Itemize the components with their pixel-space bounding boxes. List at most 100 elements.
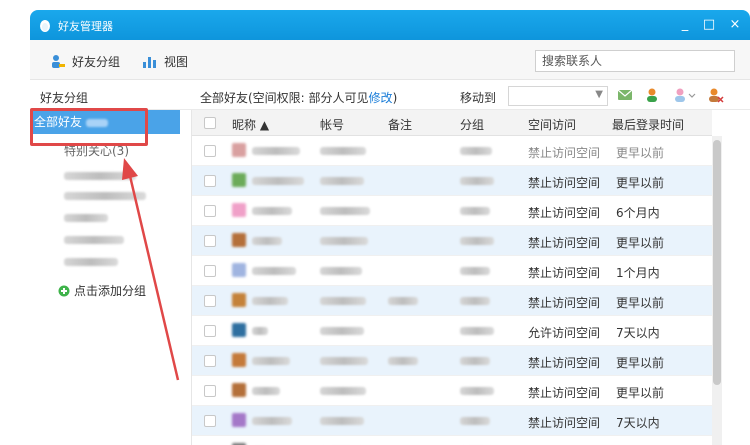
row-checkbox[interactable] [204, 175, 216, 187]
group-item[interactable] [64, 232, 124, 248]
permission-filter: 全部好友(空间权限: 部分人可见修改) [200, 89, 397, 106]
friend-avatar [232, 173, 246, 187]
group-item[interactable] [64, 210, 108, 226]
filter-suffix: ) [392, 91, 398, 105]
blurred-group [460, 297, 490, 305]
table-row[interactable]: 允许访问空间 7天以内 [192, 316, 712, 346]
blurred-group [460, 417, 490, 425]
col-nickname[interactable]: 昵称 ▲ [232, 116, 269, 133]
title-bar: 好友管理器 _ □ × [30, 10, 750, 40]
friend-avatar [232, 293, 246, 307]
minimize-button[interactable]: _ [676, 16, 694, 34]
row-checkbox[interactable] [204, 235, 216, 247]
table-row[interactable]: 禁止访问空间 7天以内 [192, 406, 712, 436]
row-checkbox[interactable] [204, 385, 216, 397]
blurred-group [460, 357, 490, 365]
table-row[interactable]: 允许访问空间1个月内 [192, 436, 712, 445]
maximize-button[interactable]: □ [700, 16, 718, 34]
filter-prefix: 全部好友(空间权限: 部分人可见 [200, 91, 369, 105]
group-item[interactable] [64, 188, 146, 204]
row-checkbox[interactable] [204, 415, 216, 427]
modify-link[interactable]: 修改 [369, 91, 393, 105]
space-access-cell: 允许访问空间 [528, 326, 601, 340]
toolbar: 好友分组 视图 搜索联系人 [30, 40, 750, 80]
blurred-account [320, 207, 370, 215]
last-login-cell: 6个月内 [616, 206, 660, 220]
friend-settings-icon[interactable] [672, 87, 696, 103]
col-group[interactable]: 分组 [460, 116, 484, 133]
row-checkbox[interactable] [204, 205, 216, 217]
space-access-cell: 禁止访问空间 [528, 386, 601, 400]
table-row[interactable]: 禁止访问空间 更早以前 [192, 166, 712, 196]
chevron-down-icon: ▼ [595, 89, 603, 100]
mail-icon[interactable] [616, 87, 634, 103]
row-checkbox[interactable] [204, 265, 216, 277]
last-login-cell: 更早以前 [616, 236, 665, 250]
search-input[interactable]: 搜索联系人 [535, 50, 735, 72]
last-login-cell: 更早以前 [616, 176, 665, 190]
group-sidebar: 全部好友 特别关心(3) 点击添加分组 [30, 110, 192, 445]
blurred-account [320, 267, 362, 275]
last-login-cell: 更早以前 [616, 386, 665, 400]
friend-avatar [232, 263, 246, 277]
friend-avatar [232, 233, 246, 247]
col-space-access[interactable]: 空间访问 [528, 116, 576, 133]
row-checkbox[interactable] [204, 295, 216, 307]
blurred-nickname [252, 357, 290, 365]
space-access-cell: 禁止访问空间 [528, 176, 601, 190]
list-header-bar: 好友分组 全部好友(空间权限: 部分人可见修改) 移动到 ▼ [30, 80, 750, 110]
group-special-care-label: 特别关心(3) [64, 144, 129, 158]
view-chart-icon [143, 57, 156, 68]
blurred-group [460, 237, 494, 245]
table-row[interactable]: 禁止访问空间 更早以前 [192, 346, 712, 376]
table-row[interactable]: 禁止访问空间 更早以前 [192, 136, 712, 166]
row-checkbox[interactable] [204, 355, 216, 367]
space-access-cell: 禁止访问空间 [528, 416, 601, 430]
blurred-nickname [252, 237, 282, 245]
blurred-account [320, 357, 368, 365]
table-row[interactable]: 禁止访问空间 6个月内 [192, 196, 712, 226]
col-last-login[interactable]: 最后登录时间 [612, 116, 684, 133]
blurred-account [320, 327, 364, 335]
delete-friend-icon[interactable] [706, 87, 724, 103]
move-to-label: 移动到 [460, 91, 497, 105]
select-all-checkbox[interactable] [204, 117, 216, 129]
space-access-cell: 禁止访问空间 [528, 146, 601, 160]
annotation-highlight-box [30, 108, 148, 146]
blurred-account [320, 147, 366, 155]
friends-group-icon [52, 55, 65, 68]
vertical-scrollbar[interactable] [712, 136, 722, 445]
close-button[interactable]: × [726, 16, 744, 34]
add-group-button[interactable]: 点击添加分组 [58, 282, 146, 299]
blurred-group [460, 147, 492, 155]
space-access-cell: 禁止访问空间 [528, 356, 601, 370]
scroll-thumb[interactable] [713, 140, 721, 385]
table-row[interactable]: 禁止访问空间 更早以前 [192, 226, 712, 256]
view-button[interactable]: 视图 [142, 52, 188, 70]
row-checkbox[interactable] [204, 145, 216, 157]
blurred-remark [388, 297, 418, 305]
col-account[interactable]: 帐号 [320, 116, 344, 133]
table-row[interactable]: 禁止访问空间 更早以前 [192, 286, 712, 316]
friend-avatar [232, 323, 246, 337]
row-checkbox[interactable] [204, 325, 216, 337]
blurred-remark [388, 357, 418, 365]
last-login-cell: 7天以内 [616, 326, 660, 340]
add-friend-icon[interactable] [644, 87, 662, 103]
friend-groups-label: 好友分组 [72, 54, 121, 69]
blurred-group-name [64, 257, 118, 266]
blurred-account [320, 387, 366, 395]
blurred-nickname [252, 207, 292, 215]
move-to-select[interactable]: ▼ [508, 86, 608, 106]
table-row[interactable]: 禁止访问空间 更早以前 [192, 376, 712, 406]
table-row[interactable]: 禁止访问空间 1个月内 [192, 256, 712, 286]
group-item[interactable] [64, 168, 136, 184]
blurred-group-name [64, 191, 146, 200]
col-remark[interactable]: 备注 [388, 116, 412, 133]
group-item[interactable] [64, 254, 118, 270]
friend-groups-button[interactable]: 好友分组 [50, 52, 120, 70]
last-login-cell: 更早以前 [616, 296, 665, 310]
blurred-group [460, 327, 494, 335]
space-access-cell: 禁止访问空间 [528, 206, 601, 220]
app-penguin-icon [40, 20, 50, 32]
